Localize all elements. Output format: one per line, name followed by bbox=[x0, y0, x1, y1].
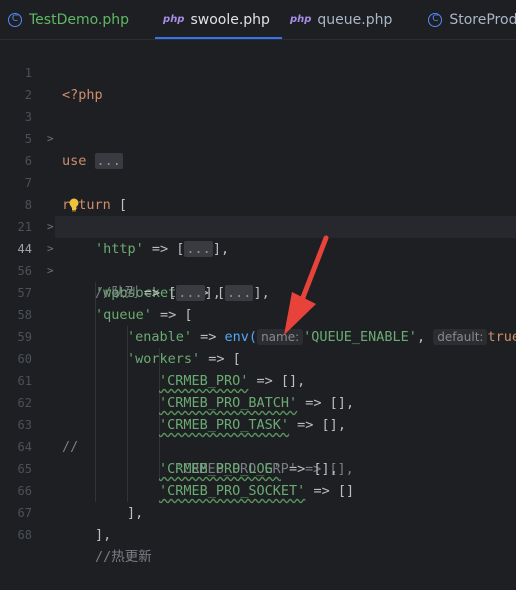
tab-testdemo[interactable]: C TestDemo.php bbox=[0, 0, 141, 39]
class-icon: C bbox=[428, 12, 443, 27]
code-line: 57 'queue' => [ bbox=[0, 260, 516, 323]
code-line: 8 > 'http' => [...], bbox=[0, 172, 516, 257]
code-line-current: 44 > 'rpc' => [...], bbox=[0, 216, 516, 301]
code-line: 65 'CRMEB_PRO_SOCKET' => [] bbox=[0, 436, 516, 499]
code-line: 2 bbox=[0, 62, 516, 102]
editor-tab-bar: C TestDemo.php php swoole.php php queue.… bbox=[0, 0, 516, 40]
code-editor[interactable]: 1 <?php 2 3 > use ... 5 6 7 return [ 8 >… bbox=[0, 40, 516, 565]
code-line: 5 bbox=[0, 106, 516, 146]
code-line: 7 return [ bbox=[0, 150, 516, 213]
php-file-icon: php bbox=[163, 14, 185, 25]
lightbulb-icon[interactable] bbox=[68, 198, 80, 212]
php-file-icon: php bbox=[289, 14, 312, 25]
tab-label: TestDemo.php bbox=[29, 11, 130, 28]
code-line: 21 > 'websocket' => [...], bbox=[0, 194, 516, 301]
comment: //热更新 bbox=[95, 549, 152, 565]
tab-label: queue.php bbox=[317, 11, 393, 28]
tab-storeproduct[interactable]: C StoreProdu bbox=[420, 0, 516, 39]
code-line: 58 'enable' => env(name: 'QUEUE_ENABLE', … bbox=[0, 282, 516, 345]
tab-label: StoreProdu bbox=[449, 11, 516, 28]
code-line: 60 'CRMEB_PRO' => [], bbox=[0, 326, 516, 389]
line-number: 68 bbox=[17, 528, 32, 542]
tab-queue[interactable]: php queue.php bbox=[282, 0, 404, 39]
code-line: 56 //队列 bbox=[0, 238, 516, 301]
tab-swoole[interactable]: php swoole.php bbox=[155, 0, 282, 39]
code-line: 3 > use ... bbox=[0, 84, 516, 169]
code-line: 63 // 'CRMEB_PRO_ERP' => [], bbox=[0, 392, 516, 477]
code-line: 62 'CRMEB_PRO_TASK' => [], bbox=[0, 370, 516, 433]
tab-label: swoole.php bbox=[190, 11, 270, 28]
code-line: 64 'CRMEB_PRO_LOG' => [], bbox=[0, 414, 516, 477]
class-icon: C bbox=[8, 12, 22, 27]
code-line: 61 'CRMEB_PRO_BATCH' => [], bbox=[0, 348, 516, 411]
code-line: 1 <?php bbox=[0, 40, 516, 103]
code-line: 59 'workers' => [ bbox=[0, 304, 516, 367]
code-line: 68 //热更新 bbox=[0, 502, 516, 565]
code-line: 66 ], bbox=[0, 458, 516, 521]
code-line: 67 ], bbox=[0, 480, 516, 543]
code-line: 6 bbox=[0, 128, 516, 168]
code-text: ], bbox=[95, 527, 112, 543]
